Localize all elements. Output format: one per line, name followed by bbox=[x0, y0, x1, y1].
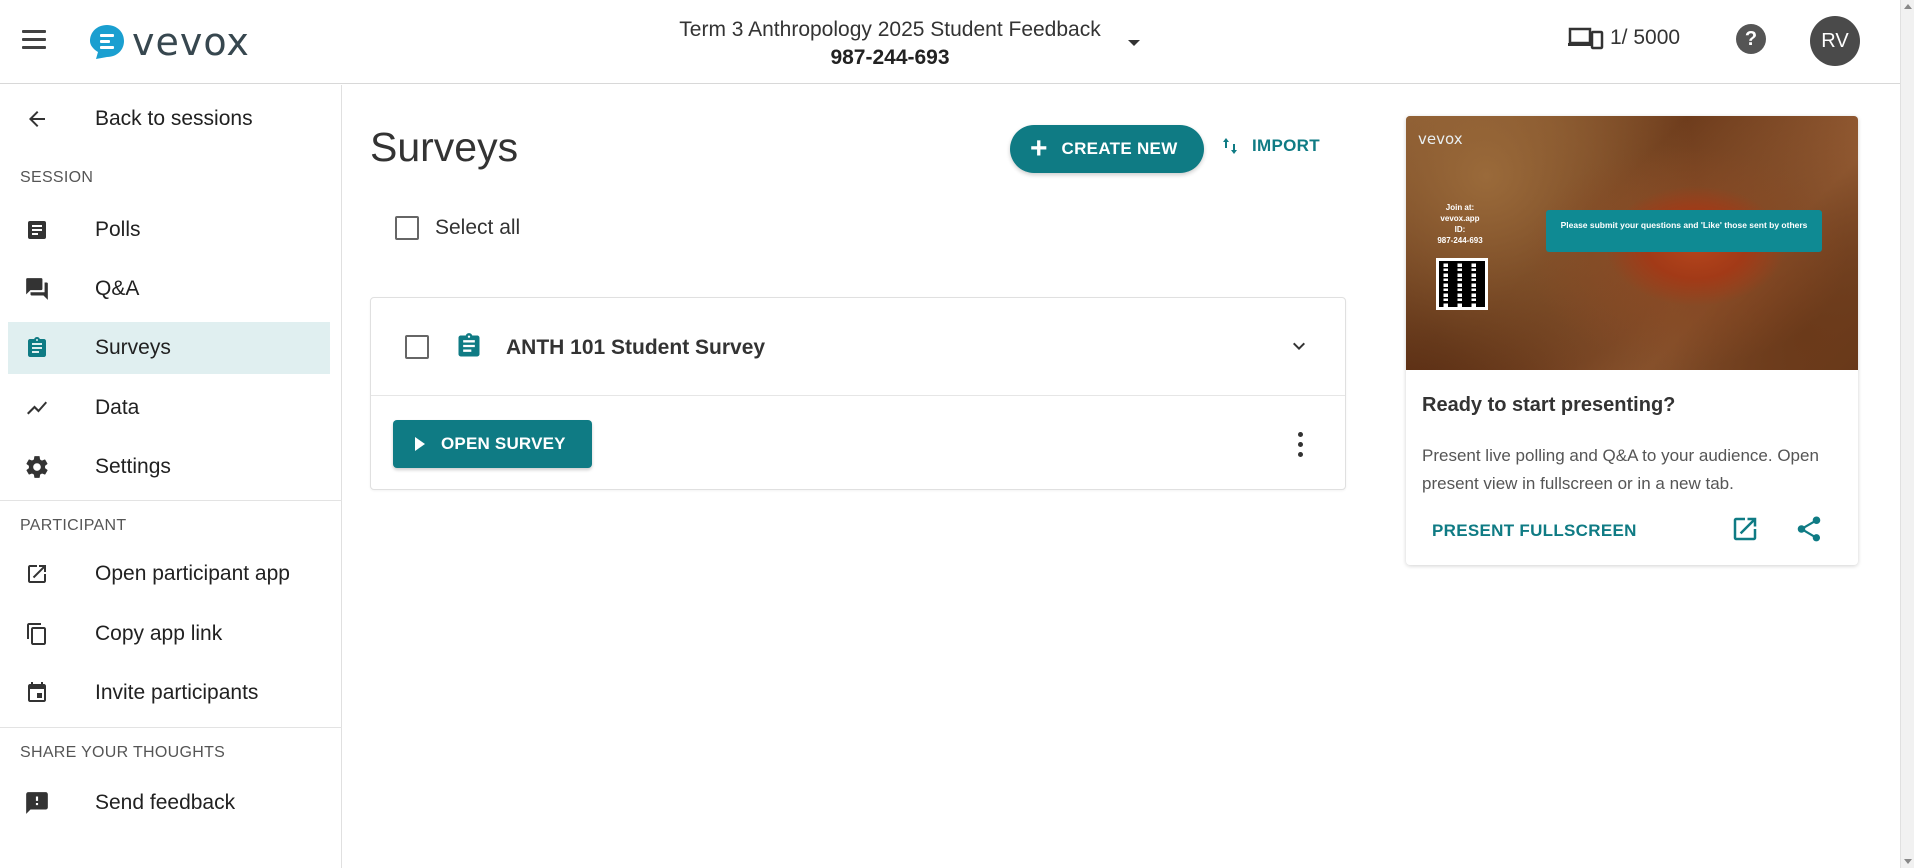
sidebar-item-label: Copy app link bbox=[95, 622, 223, 645]
more-options-icon[interactable] bbox=[1291, 430, 1311, 460]
present-description: Present live polling and Q&A to your aud… bbox=[1422, 446, 1819, 493]
back-label: Back to sessions bbox=[95, 107, 253, 130]
arrow-back-icon bbox=[22, 104, 52, 134]
present-fullscreen-button[interactable]: PRESENT FULLSCREEN bbox=[1432, 521, 1637, 541]
import-icon bbox=[1223, 138, 1237, 154]
calendar-icon bbox=[22, 678, 52, 708]
participant-count: 1/ 5000 bbox=[1610, 26, 1681, 49]
present-card: vevox Join at: vevox.app ID: 987-244-693… bbox=[1406, 116, 1858, 565]
present-preview: vevox Join at: vevox.app ID: 987-244-693… bbox=[1406, 116, 1858, 370]
logo-text: vevox bbox=[132, 20, 250, 64]
sidebar-item-label: Send feedback bbox=[95, 791, 236, 814]
menu-icon[interactable] bbox=[18, 26, 50, 54]
sidebar-item-polls[interactable]: Polls bbox=[8, 204, 330, 256]
participant-counter: 1/ 5000 bbox=[1568, 26, 1680, 50]
create-new-button[interactable]: + CREATE NEW bbox=[1010, 125, 1204, 173]
sidebar-item-open-participant-app[interactable]: Open participant app bbox=[8, 548, 330, 600]
sidebar-item-label: Data bbox=[95, 396, 140, 419]
preview-join-line: vevox.app bbox=[1440, 214, 1480, 223]
sidebar-item-invite-participants[interactable]: Invite participants bbox=[8, 667, 330, 719]
survey-card: ANTH 101 Student Survey OPEN SURVEY bbox=[370, 297, 1346, 490]
sidebar: Back to sessions SESSION Polls Q&A Surve… bbox=[0, 85, 342, 868]
sidebar-item-label: Invite participants bbox=[95, 681, 259, 704]
preview-join-line: ID: bbox=[1454, 225, 1466, 234]
survey-icon bbox=[455, 331, 483, 366]
survey-title: ANTH 101 Student Survey bbox=[506, 336, 766, 359]
session-selector[interactable]: Term 3 Anthropology 2025 Student Feedbac… bbox=[660, 18, 1120, 70]
page-title: Surveys bbox=[370, 124, 519, 170]
open-in-new-icon bbox=[22, 559, 52, 589]
select-all-label: Select all bbox=[435, 216, 521, 239]
open-survey-label: OPEN SURVEY bbox=[441, 434, 566, 453]
survey-card-header[interactable]: ANTH 101 Student Survey bbox=[371, 298, 1345, 396]
qr-code bbox=[1436, 258, 1488, 310]
open-survey-button[interactable]: OPEN SURVEY bbox=[393, 420, 592, 468]
feedback-icon bbox=[22, 788, 52, 818]
sidebar-item-label: Surveys bbox=[95, 336, 171, 359]
scrollbar[interactable] bbox=[1900, 0, 1914, 868]
surveys-icon bbox=[22, 333, 52, 363]
vevox-logo[interactable]: vevox bbox=[88, 20, 250, 64]
sidebar-item-surveys[interactable]: Surveys bbox=[8, 322, 330, 374]
data-icon bbox=[22, 393, 52, 423]
session-dropdown-icon[interactable] bbox=[1128, 40, 1140, 46]
preview-join-info: Join at: vevox.app ID: 987-244-693 bbox=[1428, 202, 1492, 246]
checkbox[interactable] bbox=[395, 216, 419, 240]
preview-join-line: Join at: bbox=[1445, 203, 1475, 212]
select-all-checkbox[interactable]: Select all bbox=[395, 216, 520, 240]
qa-icon bbox=[22, 274, 52, 304]
sidebar-item-label: Q&A bbox=[95, 277, 140, 300]
share-icon[interactable] bbox=[1794, 514, 1824, 549]
vevox-logo-mark bbox=[88, 23, 126, 61]
sidebar-item-label: Settings bbox=[95, 455, 171, 478]
divider bbox=[0, 727, 342, 728]
section-session: SESSION bbox=[20, 169, 94, 186]
preview-logo: vevox bbox=[1418, 130, 1463, 148]
avatar[interactable]: RV bbox=[1810, 16, 1860, 66]
sidebar-item-data[interactable]: Data bbox=[8, 382, 330, 434]
import-button[interactable]: IMPORT bbox=[1222, 136, 1320, 156]
sidebar-item-label: Open participant app bbox=[95, 562, 290, 585]
sidebar-item-label: Polls bbox=[95, 218, 141, 241]
copy-icon bbox=[22, 619, 52, 649]
devices-icon bbox=[1568, 27, 1604, 50]
session-name: Term 3 Anthropology 2025 Student Feedbac… bbox=[679, 18, 1101, 41]
sidebar-item-qa[interactable]: Q&A bbox=[8, 263, 330, 315]
divider bbox=[0, 500, 342, 501]
top-bar: vevox Term 3 Anthropology 2025 Student F… bbox=[0, 0, 1900, 84]
survey-checkbox[interactable] bbox=[405, 335, 429, 359]
preview-join-line: 987-244-693 bbox=[1437, 236, 1483, 245]
help-icon[interactable]: ? bbox=[1736, 24, 1766, 54]
present-title: Ready to start presenting? bbox=[1422, 394, 1676, 416]
scroll-up-icon[interactable] bbox=[1904, 4, 1912, 9]
plus-icon: + bbox=[1030, 132, 1048, 165]
scroll-down-icon[interactable] bbox=[1904, 859, 1912, 864]
sidebar-item-copy-app-link[interactable]: Copy app link bbox=[8, 608, 330, 660]
back-to-sessions-link[interactable]: Back to sessions bbox=[8, 93, 330, 145]
polls-icon bbox=[22, 215, 52, 245]
import-label: IMPORT bbox=[1252, 136, 1320, 155]
section-participant: PARTICIPANT bbox=[20, 517, 127, 534]
session-id: 987-244-693 bbox=[830, 46, 950, 69]
sidebar-item-send-feedback[interactable]: Send feedback bbox=[8, 777, 330, 829]
play-icon bbox=[415, 437, 425, 451]
create-new-label: CREATE NEW bbox=[1061, 139, 1178, 158]
open-in-new-tab-icon[interactable] bbox=[1730, 514, 1760, 549]
sidebar-item-settings[interactable]: Settings bbox=[8, 441, 330, 493]
gear-icon bbox=[22, 452, 52, 482]
chevron-down-icon[interactable] bbox=[1287, 334, 1311, 363]
preview-banner: Please submit your questions and 'Like' … bbox=[1546, 210, 1822, 252]
section-share-thoughts: SHARE YOUR THOUGHTS bbox=[20, 744, 226, 761]
